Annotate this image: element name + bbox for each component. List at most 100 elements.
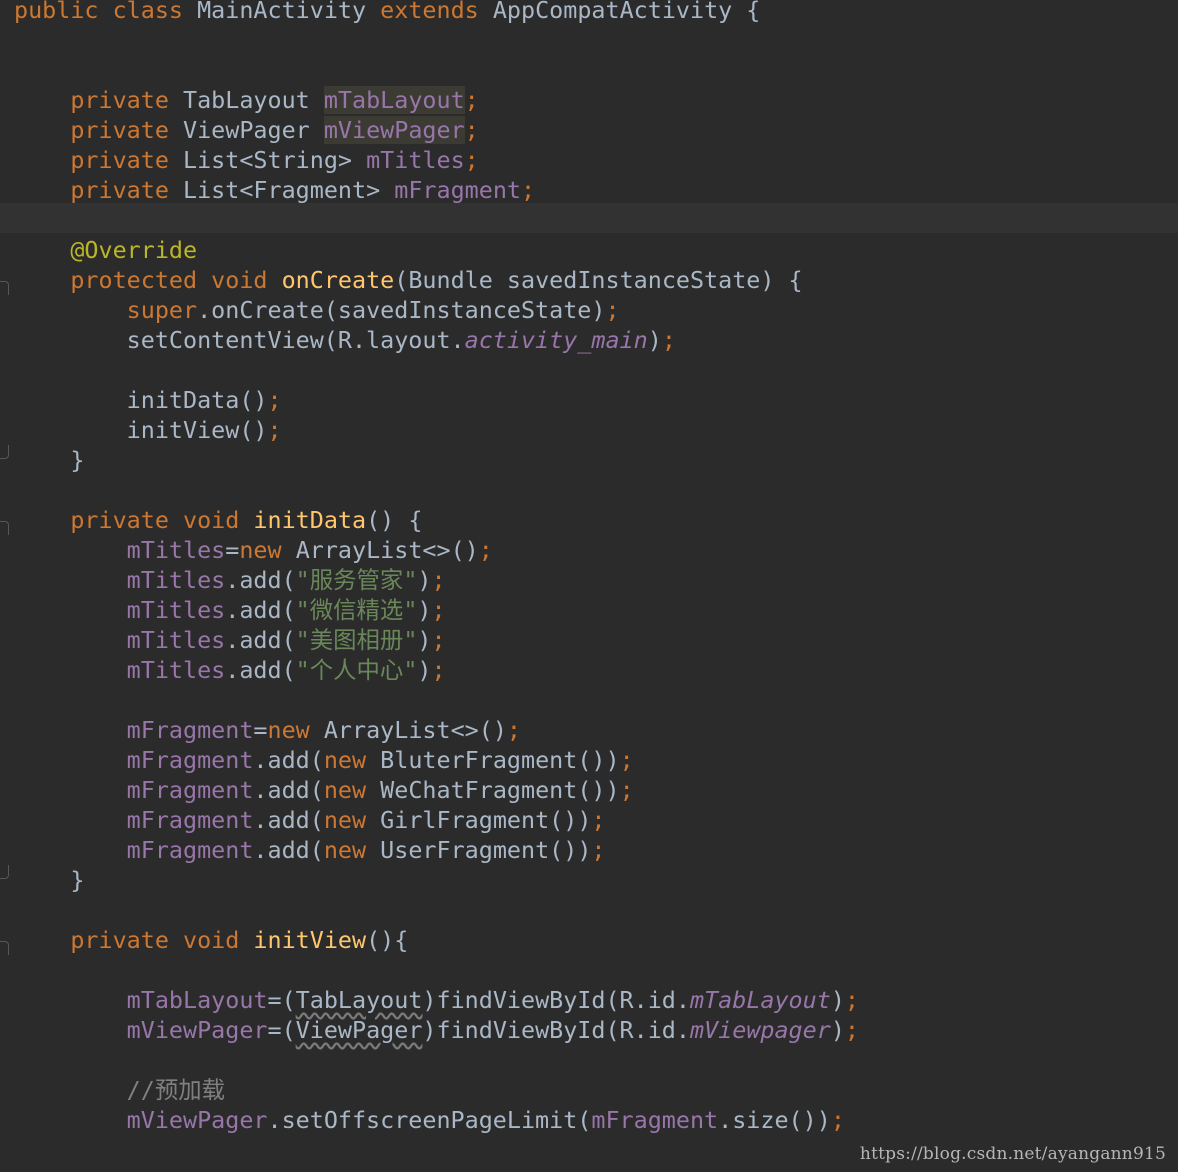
code-line[interactable]: private void initData() { — [14, 505, 422, 535]
code-token: activity_main — [464, 326, 648, 354]
code-line[interactable]: mFragment.add(new UserFragment()); — [14, 835, 606, 865]
code-line[interactable]: mTitles.add("美图相册"); — [14, 625, 446, 655]
code-token: .setOffscreenPageLimit( — [267, 1106, 592, 1134]
code-line[interactable]: mTitles.add("个人中心"); — [14, 655, 446, 685]
code-token: mFragment — [591, 1106, 719, 1134]
code-token: new — [323, 776, 381, 804]
code-token: private — [14, 176, 183, 204]
code-token: ArrayList<>() — [323, 716, 507, 744]
code-line[interactable]: mFragment.add(new BluterFragment()); — [14, 745, 634, 775]
code-line[interactable]: mFragment.add(new WeChatFragment()); — [14, 775, 634, 805]
code-token: ; — [619, 776, 634, 804]
code-token: ; — [506, 716, 522, 744]
code-token: ArrayList<>() — [295, 536, 479, 564]
code-token: "个人中心" — [295, 656, 418, 684]
code-token: new — [323, 836, 381, 864]
code-token: .size()) — [718, 1106, 831, 1134]
code-line[interactable]: mTabLayout=(TabLayout)findViewById(R.id.… — [14, 985, 859, 1015]
fold-open-icon[interactable] — [0, 941, 9, 955]
code-token: GirlFragment()) — [380, 806, 592, 834]
code-token: .onCreate(savedInstanceState) — [197, 296, 606, 324]
code-token: ; — [431, 596, 446, 624]
code-token: .add( — [253, 836, 324, 864]
code-editor[interactable]: public class MainActivity extends AppCom… — [0, 0, 1178, 1172]
code-line[interactable]: mViewPager.setOffscreenPageLimit(mFragme… — [14, 1105, 845, 1135]
code-line[interactable]: public class MainActivity extends AppCom… — [14, 0, 760, 25]
code-line[interactable]: super.onCreate(savedInstanceState); — [14, 295, 620, 325]
code-line[interactable]: mTitles.add("服务管家"); — [14, 565, 446, 595]
fold-gutter — [0, 0, 12, 1172]
code-token: mFragment — [14, 716, 254, 744]
current-line-highlight — [0, 203, 1178, 233]
code-token: =( — [267, 986, 296, 1014]
code-token: mTitles — [14, 596, 226, 624]
code-line[interactable]: private ViewPager mViewPager; — [14, 115, 479, 145]
code-line[interactable]: initView(); — [14, 415, 282, 445]
code-token: List<Fragment> — [183, 176, 395, 204]
watermark: https://blog.csdn.net/ayangann915 — [859, 1144, 1166, 1164]
code-token: mFragment — [394, 176, 521, 204]
fold-open-icon[interactable] — [0, 281, 9, 295]
code-token: private — [14, 86, 183, 114]
code-token: ; — [830, 1106, 845, 1134]
code-line[interactable]: mFragment.add(new GirlFragment()); — [14, 805, 606, 835]
code-token: initData — [253, 506, 367, 534]
code-token: mFragment — [14, 836, 254, 864]
code-line[interactable]: setContentView(R.layout.activity_main); — [14, 325, 676, 355]
fold-open-icon[interactable] — [0, 521, 9, 535]
code-line[interactable]: private void initView(){ — [14, 925, 408, 955]
code-line[interactable]: initData(); — [14, 385, 282, 415]
code-line[interactable]: mFragment=new ArrayList<>(); — [14, 715, 521, 745]
code-token: ; — [431, 566, 446, 594]
code-line[interactable]: mTitles.add("微信精选"); — [14, 595, 446, 625]
code-token: mTitles — [14, 626, 226, 654]
code-token: ) — [417, 626, 432, 654]
code-token: = — [225, 536, 240, 564]
code-line[interactable]: private List<Fragment> mFragment; — [14, 175, 535, 205]
code-token: ViewPager — [295, 1016, 423, 1044]
code-token: ViewPager — [183, 116, 324, 144]
code-line[interactable]: mTitles=new ArrayList<>(); — [14, 535, 493, 565]
code-line[interactable]: mViewPager=(ViewPager)findViewById(R.id.… — [14, 1015, 859, 1045]
code-token: mFragment — [14, 806, 254, 834]
code-token: mTitles — [366, 146, 465, 174]
code-token: protected void — [14, 266, 282, 294]
code-token: private void — [14, 926, 254, 954]
code-token: () { — [366, 506, 423, 534]
code-token: initView — [253, 926, 367, 954]
code-token: ) — [417, 566, 432, 594]
code-token: ; — [464, 116, 479, 144]
code-token: (Bundle savedInstanceState) { — [394, 266, 803, 294]
code-token: TabLayout — [183, 86, 324, 114]
code-token: ; — [605, 296, 620, 324]
code-token: (){ — [366, 926, 409, 954]
code-token: ) — [647, 326, 662, 354]
code-token: mViewPager — [14, 1106, 268, 1134]
code-token: private — [14, 146, 183, 174]
code-token: @Override — [14, 236, 198, 264]
code-line[interactable]: protected void onCreate(Bundle savedInst… — [14, 265, 803, 295]
code-token: TabLayout — [295, 986, 423, 1014]
fold-close-icon[interactable] — [0, 445, 9, 459]
code-line[interactable]: @Override — [14, 235, 197, 265]
code-token: } — [14, 866, 85, 894]
code-token: )findViewById(R.id. — [422, 1016, 690, 1044]
code-token: ; — [521, 176, 536, 204]
code-token: AppCompatActivity { — [492, 0, 761, 24]
code-token: ; — [267, 386, 282, 414]
code-token: ; — [431, 656, 446, 684]
fold-close-icon[interactable] — [0, 865, 9, 879]
code-token: onCreate — [281, 266, 395, 294]
code-token: ; — [591, 836, 606, 864]
code-line[interactable]: //预加载 — [14, 1075, 225, 1105]
code-line[interactable]: private List<String> mTitles; — [14, 145, 479, 175]
code-token: ; — [661, 326, 676, 354]
code-token: ; — [464, 86, 479, 114]
code-line[interactable]: private TabLayout mTabLayout; — [14, 85, 479, 115]
code-token: ; — [844, 1016, 859, 1044]
code-token: mFragment — [14, 746, 254, 774]
code-line[interactable]: } — [14, 865, 84, 895]
code-token: ; — [464, 146, 479, 174]
code-token: } — [14, 446, 85, 474]
code-line[interactable]: } — [14, 445, 84, 475]
